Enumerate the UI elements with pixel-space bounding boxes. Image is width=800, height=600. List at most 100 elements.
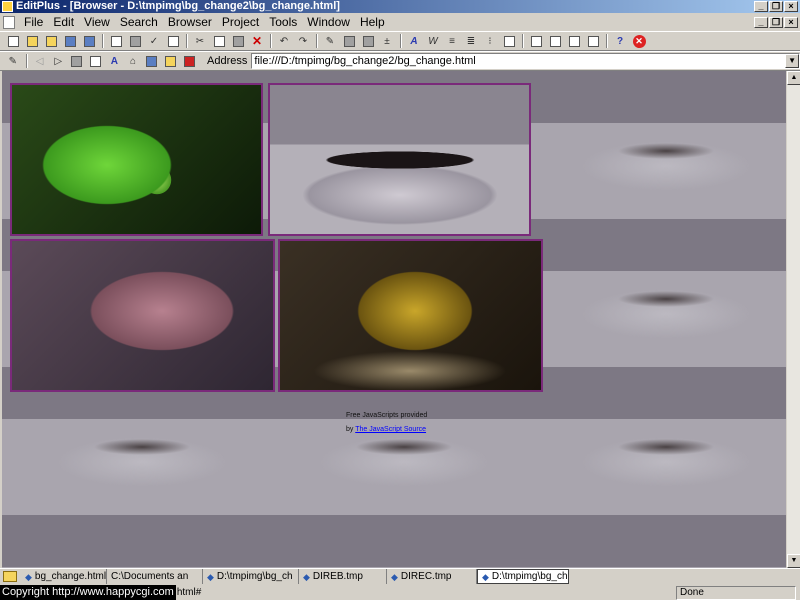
menu-bar: File Edit View Search Browser Project To… (0, 13, 800, 31)
doc-minimize-button[interactable]: _ (754, 16, 768, 28)
minimize-button[interactable]: _ (754, 1, 768, 12)
undo-button[interactable]: ↶ (275, 33, 293, 49)
back-button[interactable]: ◁ (31, 53, 49, 69)
forward-button[interactable]: ▷ (49, 53, 67, 69)
folder-icon[interactable] (3, 571, 17, 582)
font-size-button[interactable]: A (106, 53, 124, 69)
copyright-text: Copyright http://www.happycgi.com (0, 585, 176, 600)
javascript-source-link[interactable]: The JavaScript Source (355, 426, 426, 433)
menu-edit[interactable]: Edit (48, 13, 79, 31)
standard-toolbar: ✓ ✂ ✕ ↶ ↷ ✎ ± A W ≡ ≣ ⁝ ? ✕ (0, 31, 800, 51)
browser-view-button[interactable] (527, 33, 545, 49)
stop-page-icon (71, 55, 83, 67)
file-icon: ◆ (482, 571, 489, 582)
tab-bg-ch-1[interactable]: ◆ D:\tmpimg\bg_ch (203, 569, 299, 584)
favorites-button[interactable] (162, 53, 180, 69)
vertical-scrollbar[interactable]: ▲ ▼ (786, 71, 800, 568)
globe-search-icon (146, 55, 158, 67)
menu-search[interactable]: Search (115, 13, 163, 31)
clip-text-button[interactable] (565, 33, 583, 49)
open-remote-button[interactable] (42, 33, 60, 49)
open-file-button[interactable] (23, 33, 41, 49)
scroll-down-icon[interactable]: ▼ (787, 554, 800, 568)
editplus-app-icon[interactable] (2, 1, 13, 12)
menu-browser[interactable]: Browser (163, 13, 217, 31)
title-bar[interactable]: EditPlus - [Browser - D:\tmpimg\bg_chang… (0, 0, 800, 13)
credit-by-line: by The JavaScript Source (346, 423, 427, 437)
ruler-button[interactable]: ≡ (443, 33, 461, 49)
menu-window[interactable]: Window (302, 13, 355, 31)
menu-help[interactable]: Help (355, 13, 390, 31)
menu-view[interactable]: View (79, 13, 115, 31)
find-next-button[interactable] (340, 33, 358, 49)
spell-check-icon: ✓ (149, 35, 159, 47)
toad-image[interactable] (278, 239, 543, 392)
tab-documents[interactable]: C:\Documents an (107, 569, 203, 584)
home-icon: ⌂ (130, 55, 137, 67)
tab-direc[interactable]: ◆ DIREC.tmp (387, 569, 477, 584)
tab-bg-change-html[interactable]: ◆ bg_change.html (21, 569, 107, 584)
tab-direb[interactable]: ◆ DIREB.tmp (299, 569, 387, 584)
edit-mode-button[interactable]: ✎ (4, 53, 22, 69)
scissors-icon: ✂ (195, 35, 205, 47)
window-icon (530, 35, 542, 47)
word-wrap-icon: W (428, 35, 438, 47)
scroll-up-icon[interactable]: ▲ (787, 71, 800, 85)
address-dropdown-icon[interactable]: ▼ (785, 54, 800, 68)
hex-view-button[interactable] (500, 33, 518, 49)
tab-label: D:\tmpimg\bg_ch (216, 570, 293, 582)
directory-button[interactable] (584, 33, 602, 49)
copy-button[interactable] (210, 33, 228, 49)
split-view-button[interactable] (546, 33, 564, 49)
doc-restore-button[interactable]: ❐ (769, 16, 783, 28)
address-label: Address (207, 55, 248, 67)
doc-close-button[interactable]: × (784, 16, 798, 28)
column-button[interactable]: ⁝ (481, 33, 499, 49)
save-all-button[interactable] (80, 33, 98, 49)
goto-button[interactable]: ± (378, 33, 396, 49)
bookmark-icon (183, 55, 195, 67)
restore-button[interactable]: ❐ (769, 1, 783, 12)
spell-check-button[interactable]: ✓ (145, 33, 163, 49)
line-number-icon: ≣ (466, 35, 476, 47)
new-file-button[interactable] (4, 33, 22, 49)
menu-tools[interactable]: Tools (264, 13, 302, 31)
print-preview-button[interactable] (107, 33, 125, 49)
horned-lizard-image[interactable] (10, 239, 275, 392)
toolbar-separator (25, 54, 28, 68)
print-button[interactable] (126, 33, 144, 49)
save-button[interactable] (61, 33, 79, 49)
paste-button[interactable] (229, 33, 247, 49)
search-web-button[interactable] (143, 53, 161, 69)
find-button[interactable]: ✎ (321, 33, 339, 49)
font-button[interactable]: A (405, 33, 423, 49)
redo-button[interactable]: ↷ (294, 33, 312, 49)
document-list-icon (167, 35, 179, 47)
close-button[interactable]: × (784, 1, 798, 12)
word-wrap-button[interactable]: W (424, 33, 442, 49)
line-number-button[interactable]: ≣ (462, 33, 480, 49)
bookmark-button[interactable] (180, 53, 198, 69)
printer-icon (129, 35, 141, 47)
menu-file[interactable]: File (19, 13, 48, 31)
delete-button[interactable]: ✕ (248, 33, 266, 49)
open-folder-icon (26, 35, 38, 47)
tab-bg-ch-active[interactable]: ◆ D:\tmpimg\bg_ch (477, 569, 569, 584)
cut-button[interactable]: ✂ (191, 33, 209, 49)
tab-label: bg_change.html (34, 570, 107, 582)
replace-button[interactable] (359, 33, 377, 49)
status-bar: Copyright http://www.happycgi.com html# … (0, 585, 800, 600)
browser-content[interactable]: Free JavaScripts provided by The JavaScr… (2, 71, 786, 568)
menu-project[interactable]: Project (217, 13, 264, 31)
address-bar[interactable]: file:///D:/tmpimg/bg_change2/bg_change.h… (251, 53, 800, 69)
context-help-button[interactable]: ? (611, 33, 629, 49)
chameleon-image[interactable] (10, 83, 263, 236)
browser-stop-button[interactable] (68, 53, 86, 69)
refresh-button[interactable] (87, 53, 105, 69)
gecko-image[interactable] (268, 83, 531, 236)
stop-button[interactable]: ✕ (630, 33, 648, 49)
word-count-button[interactable] (164, 33, 182, 49)
home-button[interactable]: ⌂ (124, 53, 142, 69)
document-icon[interactable] (3, 15, 15, 29)
address-input[interactable]: file:///D:/tmpimg/bg_change2/bg_change.h… (252, 55, 785, 67)
